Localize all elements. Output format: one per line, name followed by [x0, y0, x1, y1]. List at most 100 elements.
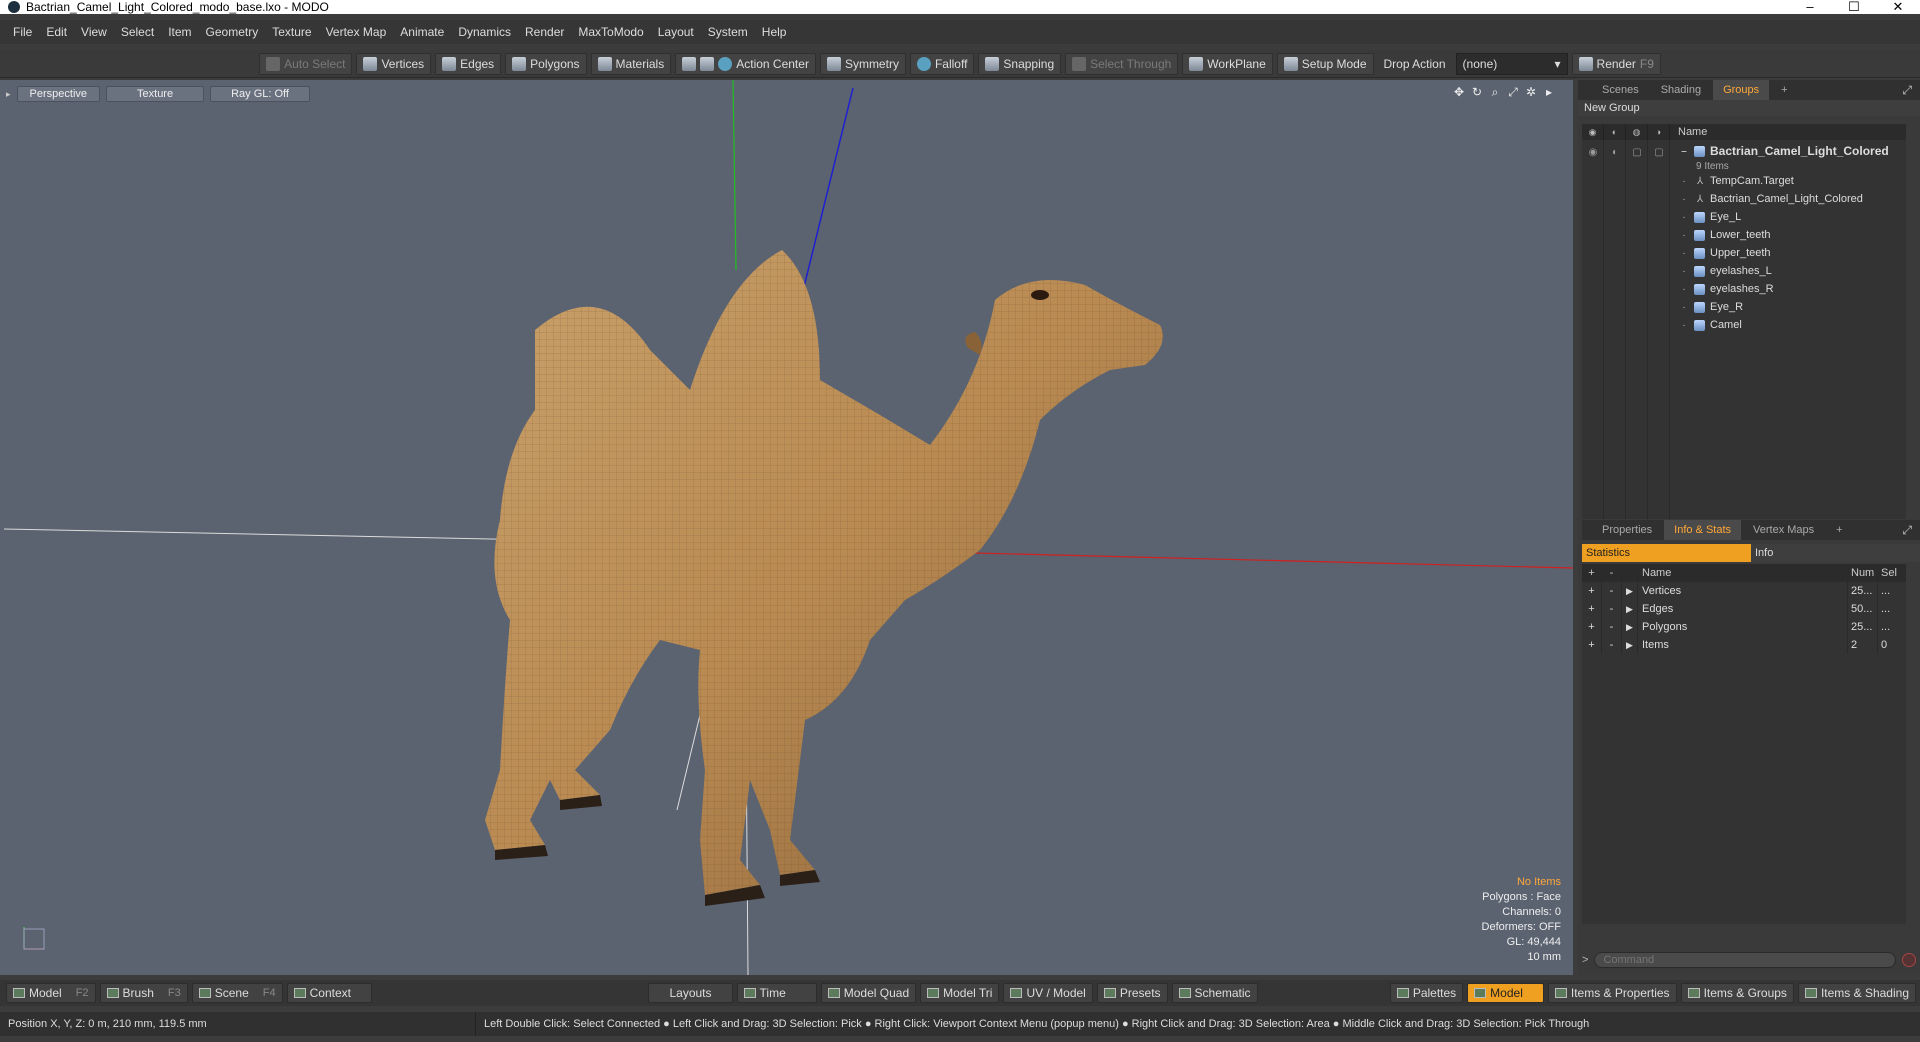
- render-toggle-icon[interactable]: ◐: [1604, 142, 1626, 162]
- model-layout-active-tab[interactable]: Model: [1467, 983, 1544, 1003]
- falloff-button[interactable]: Falloff: [909, 52, 975, 75]
- group-item[interactable]: · Camel: [1678, 316, 1906, 334]
- add-tab-button[interactable]: +: [1771, 80, 1797, 100]
- menu-view[interactable]: View: [74, 20, 114, 44]
- menu-file[interactable]: File: [6, 20, 39, 44]
- table-row[interactable]: + - ▶ Polygons 25... ...: [1582, 618, 1906, 636]
- menu-texture[interactable]: Texture: [265, 20, 318, 44]
- maximize-button[interactable]: ☐: [1832, 0, 1876, 14]
- menu-maxtomodo[interactable]: MaxToModo: [571, 20, 650, 44]
- menu-layout[interactable]: Layout: [651, 20, 701, 44]
- new-group-button[interactable]: New Group: [1578, 100, 1920, 116]
- group-item[interactable]: · ⅄ Bactrian_Camel_Light_Colored: [1678, 190, 1906, 208]
- tab-shading[interactable]: Shading: [1651, 80, 1711, 100]
- tab-properties[interactable]: Properties: [1592, 520, 1662, 540]
- layout-model-tab[interactable]: Model F2: [6, 983, 96, 1003]
- menu-geometry[interactable]: Geometry: [199, 20, 266, 44]
- model-tri-tab[interactable]: Model Tri: [920, 983, 1000, 1003]
- auto-select-button[interactable]: Auto Select: [259, 52, 353, 75]
- shading-mode-button[interactable]: Texture: [106, 86, 205, 102]
- model-quad-tab[interactable]: Model Quad: [820, 983, 917, 1003]
- subtab-statistics[interactable]: Statistics: [1582, 544, 1751, 562]
- collapse-icon[interactable]: –: [1678, 146, 1690, 157]
- command-input[interactable]: [1594, 952, 1896, 968]
- menu-item[interactable]: Item: [161, 20, 198, 44]
- lock-column-icon[interactable]: ◍: [1626, 124, 1648, 140]
- tab-vertex-maps[interactable]: Vertex Maps: [1743, 520, 1824, 540]
- select-column-icon[interactable]: ◑: [1648, 124, 1670, 140]
- rotate-icon[interactable]: ↻: [1471, 86, 1483, 98]
- time-tab[interactable]: Time: [736, 983, 817, 1003]
- menu-select[interactable]: Select: [114, 20, 161, 44]
- viewport-more-icon[interactable]: ▸: [1543, 86, 1555, 98]
- palettes-button[interactable]: Palettes: [1389, 983, 1464, 1003]
- viewport-menu-icon[interactable]: ▸: [6, 89, 11, 100]
- symmetry-button[interactable]: Symmetry: [819, 52, 906, 75]
- tab-scenes[interactable]: Scenes: [1592, 80, 1649, 100]
- eye-icon[interactable]: ◉: [1582, 142, 1604, 162]
- expand-arrow-icon[interactable]: ▶: [1622, 636, 1638, 654]
- tab-info-stats[interactable]: Info & Stats: [1664, 520, 1742, 540]
- table-row[interactable]: + - ▶ Vertices 25... ...: [1582, 582, 1906, 600]
- record-macro-icon[interactable]: [1902, 953, 1916, 967]
- zoom-icon[interactable]: ⌕: [1489, 86, 1501, 98]
- 3d-viewport[interactable]: ▸ Perspective Texture Ray GL: Off ✥ ↻ ⌕ …: [0, 80, 1573, 975]
- add-icon[interactable]: +: [1582, 618, 1602, 636]
- layout-scene-tab[interactable]: Scene F4: [191, 983, 283, 1003]
- group-item[interactable]: · Eye_L: [1678, 208, 1906, 226]
- items-groups-tab[interactable]: Items & Groups: [1680, 983, 1794, 1003]
- menu-render[interactable]: Render: [518, 20, 571, 44]
- select-toggle-icon[interactable]: ▢: [1648, 142, 1670, 162]
- snapping-button[interactable]: Snapping: [978, 52, 1062, 75]
- menu-animate[interactable]: Animate: [393, 20, 451, 44]
- menu-dynamics[interactable]: Dynamics: [451, 20, 518, 44]
- vertices-button[interactable]: Vertices: [356, 52, 432, 75]
- layout-brush-tab[interactable]: Brush F3: [99, 983, 188, 1003]
- view-mode-button[interactable]: Perspective: [16, 86, 101, 102]
- uv-model-tab[interactable]: UV / Model: [1003, 983, 1093, 1003]
- tab-groups[interactable]: Groups: [1713, 80, 1770, 100]
- layouts-button[interactable]: Layouts: [648, 983, 733, 1003]
- name-column-header[interactable]: Name: [1670, 126, 1707, 138]
- pan-icon[interactable]: ✥: [1453, 86, 1465, 98]
- lock-toggle-icon[interactable]: ▢: [1626, 142, 1648, 162]
- polygons-button[interactable]: Polygons: [505, 52, 587, 75]
- items-shading-tab[interactable]: Items & Shading: [1797, 983, 1916, 1003]
- expand-panel-icon[interactable]: ⤢: [1902, 523, 1912, 538]
- menu-vertex-map[interactable]: Vertex Map: [319, 20, 394, 44]
- materials-button[interactable]: Materials: [590, 52, 672, 75]
- raygl-button[interactable]: Ray GL: Off: [210, 86, 310, 102]
- remove-icon[interactable]: -: [1602, 582, 1622, 600]
- expand-arrow-icon[interactable]: ▶: [1622, 618, 1638, 636]
- group-item[interactable]: · Lower_teeth: [1678, 226, 1906, 244]
- expand-arrow-icon[interactable]: ▶: [1622, 582, 1638, 600]
- group-item[interactable]: · Eye_R: [1678, 298, 1906, 316]
- add-tab-button[interactable]: +: [1826, 520, 1852, 540]
- minimize-button[interactable]: –: [1788, 0, 1832, 14]
- group-item[interactable]: · Upper_teeth: [1678, 244, 1906, 262]
- remove-icon[interactable]: -: [1602, 618, 1622, 636]
- remove-icon[interactable]: -: [1602, 636, 1622, 654]
- subtab-info[interactable]: Info: [1751, 544, 1920, 562]
- items-properties-tab[interactable]: Items & Properties: [1547, 983, 1677, 1003]
- action-center-button[interactable]: Action Center: [675, 52, 816, 75]
- camel-model[interactable]: [485, 250, 1163, 906]
- menu-edit[interactable]: Edit: [39, 20, 74, 44]
- presets-tab[interactable]: Presets: [1096, 983, 1168, 1003]
- group-item[interactable]: · eyelashes_R: [1678, 280, 1906, 298]
- remove-icon[interactable]: -: [1602, 600, 1622, 618]
- select-through-button[interactable]: Select Through: [1065, 52, 1179, 75]
- expand-arrow-icon[interactable]: ▶: [1622, 600, 1638, 618]
- render-column-icon[interactable]: ◐: [1604, 124, 1626, 140]
- close-button[interactable]: ✕: [1876, 0, 1920, 14]
- menu-help[interactable]: Help: [755, 20, 794, 44]
- group-item[interactable]: · ⅄ TempCam.Target: [1678, 172, 1906, 190]
- viewport-settings-icon[interactable]: ✲: [1525, 86, 1537, 98]
- schematic-tab[interactable]: Schematic: [1171, 983, 1258, 1003]
- expand-panel-icon[interactable]: ⤢: [1902, 83, 1912, 98]
- setup-mode-button[interactable]: Setup Mode: [1276, 52, 1374, 75]
- maximize-viewport-icon[interactable]: ⤢: [1507, 86, 1519, 98]
- table-row[interactable]: + - ▶ Edges 50... ...: [1582, 600, 1906, 618]
- render-button[interactable]: Render F9: [1571, 52, 1661, 75]
- add-icon[interactable]: +: [1582, 582, 1602, 600]
